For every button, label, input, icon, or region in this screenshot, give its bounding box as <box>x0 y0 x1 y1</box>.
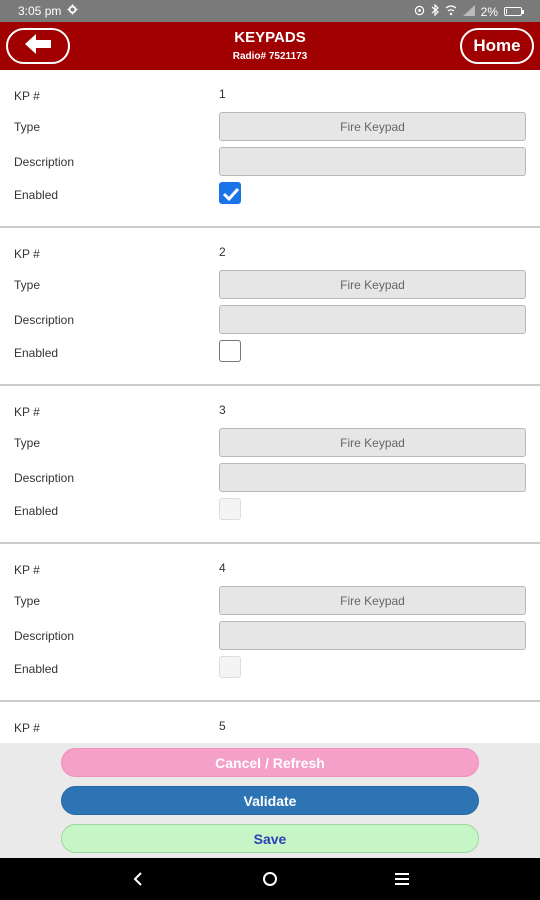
enabled-checkbox[interactable] <box>219 340 241 362</box>
kp-number: 1 <box>219 87 226 101</box>
type-label: Type <box>14 120 41 134</box>
enabled-label: Enabled <box>14 662 59 676</box>
status-time: 3:05 pm <box>18 4 62 18</box>
app-header: KEYPADS Radio# 7521173 Home <box>0 22 540 70</box>
bluetooth-icon <box>431 3 439 19</box>
wifi-icon <box>445 4 457 19</box>
type-label: Type <box>14 278 41 292</box>
enabled-label: Enabled <box>14 188 59 202</box>
kp-number: 2 <box>219 245 226 259</box>
signal-icon <box>462 4 475 19</box>
type-field[interactable]: Fire Keypad <box>219 112 526 141</box>
action-bar: Cancel / Refresh Validate Save <box>0 743 540 858</box>
description-label: Description <box>14 471 75 485</box>
type-label: Type <box>14 436 41 450</box>
cancel-refresh-button[interactable]: Cancel / Refresh <box>61 748 479 777</box>
gear-icon <box>67 4 78 18</box>
radio-number: Radio# 7521173 <box>232 51 308 62</box>
type-field[interactable]: Fire Keypad <box>219 586 526 615</box>
page-title: KEYPADS <box>234 29 306 46</box>
nav-menu-icon[interactable] <box>391 868 413 890</box>
nav-home-icon[interactable] <box>259 868 281 890</box>
validate-button[interactable]: Validate <box>61 786 479 815</box>
kp-label: KP # <box>14 563 40 577</box>
nav-back-icon[interactable] <box>127 868 149 890</box>
kp-number: 4 <box>219 561 226 575</box>
description-label: Description <box>14 313 75 327</box>
enabled-checkbox[interactable] <box>219 182 241 204</box>
keypad-list: KP # 1 Type Fire Keypad Description Enab… <box>0 70 540 746</box>
battery-percent: 2% <box>480 4 498 19</box>
keypad-entry: KP # 3 Type Fire Keypad Description Enab… <box>0 386 540 544</box>
keypad-entry: KP # 4 Type Fire Keypad Description Enab… <box>0 544 540 702</box>
status-bar: 3:05 pm 2% <box>0 0 540 22</box>
enabled-label: Enabled <box>14 504 59 518</box>
keypad-entry: KP # 1 Type Fire Keypad Description Enab… <box>0 70 540 228</box>
description-field[interactable] <box>219 147 526 176</box>
save-button[interactable]: Save <box>61 824 479 853</box>
enabled-label: Enabled <box>14 346 59 360</box>
description-field[interactable] <box>219 305 526 334</box>
description-label: Description <box>14 155 75 169</box>
battery-icon <box>504 7 524 16</box>
kp-label: KP # <box>14 89 40 103</box>
keypad-entry: KP # 2 Type Fire Keypad Description Enab… <box>0 228 540 386</box>
description-field[interactable] <box>219 621 526 650</box>
keypad-entry: KP # 5 <box>0 702 540 746</box>
kp-number: 5 <box>219 719 226 733</box>
enabled-checkbox <box>219 498 241 520</box>
home-button[interactable]: Home <box>460 28 534 64</box>
navigation-bar <box>0 858 540 900</box>
kp-label: KP # <box>14 247 40 261</box>
type-label: Type <box>14 594 41 608</box>
kp-number: 3 <box>219 403 226 417</box>
description-field[interactable] <box>219 463 526 492</box>
type-field[interactable]: Fire Keypad <box>219 428 526 457</box>
sync-icon <box>414 5 425 19</box>
description-label: Description <box>14 629 75 643</box>
enabled-checkbox <box>219 656 241 678</box>
type-field[interactable]: Fire Keypad <box>219 270 526 299</box>
check-icon <box>222 187 240 202</box>
kp-label: KP # <box>14 721 40 735</box>
kp-label: KP # <box>14 405 40 419</box>
